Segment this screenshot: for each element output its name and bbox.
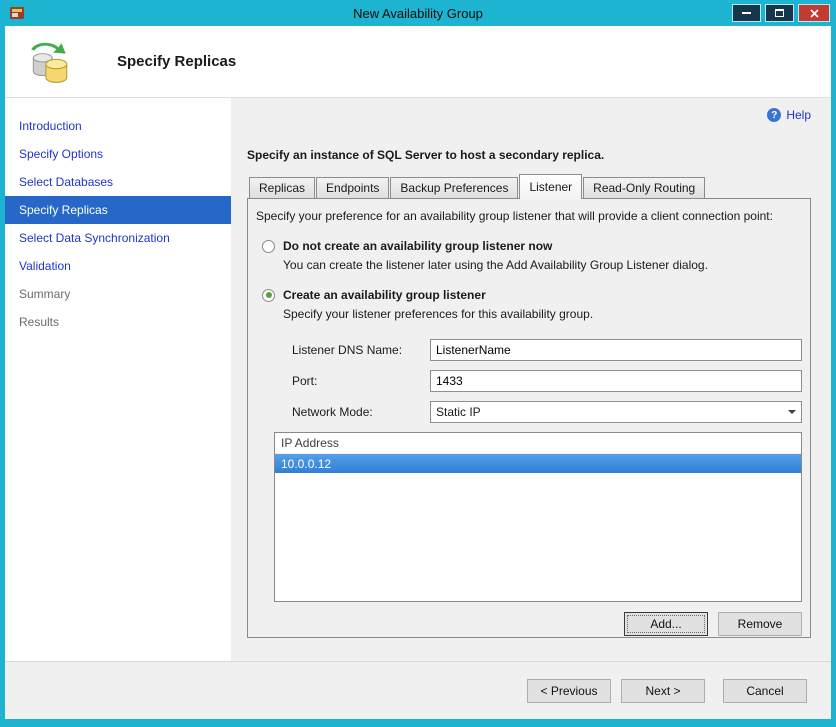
- tab-read-only-routing[interactable]: Read-Only Routing: [583, 177, 706, 198]
- remove-ip-button[interactable]: Remove: [718, 612, 802, 636]
- wizard-window: New Availability Group Specify Replicas …: [0, 0, 836, 727]
- add-ip-button[interactable]: Add...: [624, 612, 708, 636]
- dns-name-input[interactable]: [430, 339, 802, 361]
- port-input[interactable]: [430, 370, 802, 392]
- sidebar-item-specify-replicas[interactable]: Specify Replicas: [5, 196, 231, 224]
- radio-no-listener[interactable]: [262, 239, 275, 253]
- radio-row-create-listener[interactable]: Create an availability group listener: [262, 288, 802, 302]
- listener-intro-text: Specify your preference for an availabil…: [256, 209, 773, 223]
- radio-create-listener-description: Specify your listener preferences for th…: [283, 307, 594, 321]
- radio-create-listener-label: Create an availability group listener: [283, 288, 486, 302]
- ip-address-row-selected[interactable]: 10.0.0.12: [275, 454, 801, 473]
- ip-address-column-header: IP Address: [275, 433, 801, 454]
- dns-name-row: Listener DNS Name:: [292, 339, 802, 361]
- window-title: New Availability Group: [353, 5, 483, 21]
- network-mode-value: Static IP: [436, 405, 481, 419]
- radio-no-listener-description: You can create the listener later using …: [283, 258, 708, 272]
- network-mode-label: Network Mode:: [292, 405, 373, 419]
- radio-create-listener[interactable]: [262, 288, 275, 302]
- radio-dot: [265, 292, 272, 298]
- tab-endpoints[interactable]: Endpoints: [316, 177, 390, 198]
- close-button[interactable]: [798, 4, 830, 22]
- minimize-icon: [742, 12, 751, 14]
- network-mode-row: Network Mode: Static IP: [292, 401, 802, 423]
- dialog-body: Specify Replicas Introduction Specify Op…: [5, 26, 831, 719]
- dropdown-button[interactable]: [783, 402, 801, 422]
- radio-no-listener-label: Do not create an availability group list…: [283, 239, 553, 253]
- sidebar-item-select-databases[interactable]: Select Databases: [5, 168, 231, 196]
- port-row: Port:: [292, 370, 802, 392]
- next-button[interactable]: Next >: [621, 678, 705, 703]
- instruction-text: Specify an instance of SQL Server to hos…: [247, 148, 605, 162]
- dns-name-label: Listener DNS Name:: [292, 343, 403, 357]
- sidebar-item-validation[interactable]: Validation: [5, 252, 231, 280]
- tab-strip: Replicas Endpoints Backup Preferences Li…: [247, 174, 811, 199]
- help-icon: ?: [767, 108, 782, 122]
- body-row: Introduction Specify Options Select Data…: [5, 98, 831, 661]
- ip-address-list[interactable]: IP Address 10.0.0.12: [274, 432, 802, 602]
- maximize-button[interactable]: [765, 4, 794, 22]
- cancel-button[interactable]: Cancel: [723, 678, 807, 703]
- ip-list-buttons: Add... Remove: [256, 612, 802, 636]
- network-mode-dropdown[interactable]: Static IP: [430, 401, 802, 423]
- content-pane: ? Help Specify an instance of SQL Server…: [231, 98, 831, 661]
- app-icon: [10, 7, 24, 19]
- tab-backup-preferences[interactable]: Backup Preferences: [390, 177, 519, 198]
- tab-replicas[interactable]: Replicas: [249, 177, 316, 198]
- wizard-header: Specify Replicas: [5, 26, 831, 98]
- availability-group-icon: [31, 42, 68, 83]
- window-controls: [732, 4, 830, 22]
- radio-row-no-listener[interactable]: Do not create an availability group list…: [262, 239, 802, 253]
- sidebar-item-summary: Summary: [19, 287, 71, 301]
- minimize-button[interactable]: [732, 4, 761, 22]
- help-row: ? Help: [247, 106, 811, 124]
- sidebar-item-results: Results: [19, 315, 60, 329]
- help-link[interactable]: Help: [786, 108, 811, 122]
- maximize-icon: [775, 9, 784, 17]
- port-label: Port:: [292, 374, 318, 388]
- title-bar: New Availability Group: [0, 0, 836, 26]
- sidebar-item-select-data-synchronization[interactable]: Select Data Synchronization: [5, 224, 231, 252]
- sidebar-item-introduction[interactable]: Introduction: [5, 112, 231, 140]
- listener-tab-panel: Specify your preference for an availabil…: [247, 198, 811, 638]
- page-title: Specify Replicas: [117, 53, 237, 70]
- chevron-down-icon: [788, 410, 796, 414]
- wizard-footer: < Previous Next > Cancel: [5, 661, 831, 719]
- previous-button[interactable]: < Previous: [527, 678, 611, 703]
- close-icon: [809, 8, 819, 18]
- listener-fields: Listener DNS Name: Port: Network Mode: S…: [256, 339, 802, 423]
- sidebar-item-specify-options[interactable]: Specify Options: [5, 140, 231, 168]
- tab-listener[interactable]: Listener: [519, 174, 583, 199]
- wizard-steps-sidebar: Introduction Specify Options Select Data…: [5, 98, 231, 661]
